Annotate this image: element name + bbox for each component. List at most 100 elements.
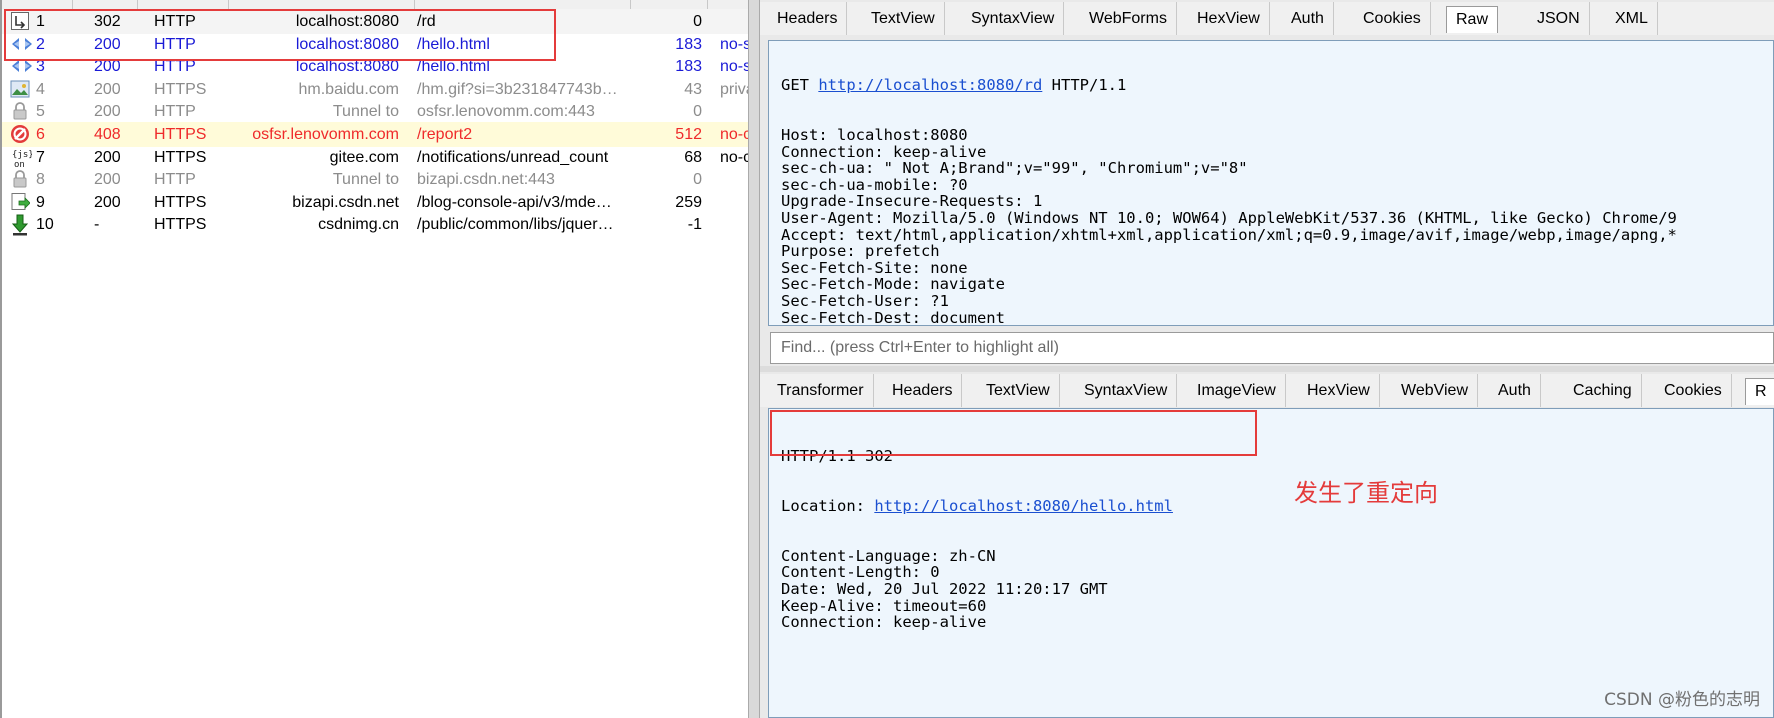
- header-line: Content-Language: zh-CN: [781, 546, 996, 565]
- tab-request-hexview[interactable]: HexView: [1188, 2, 1270, 35]
- session-caching: priva: [720, 80, 748, 98]
- session-body-size: 259: [675, 193, 702, 211]
- tab-response-syntaxview[interactable]: SyntaxView: [1075, 374, 1178, 407]
- header-line: Sec-Fetch-Mode: navigate: [781, 275, 1005, 294]
- tab-response-auth[interactable]: Auth: [1489, 374, 1541, 407]
- session-body-size: 512: [675, 126, 702, 143]
- tab-request-cookies[interactable]: Cookies: [1354, 2, 1431, 35]
- session-number: 7: [36, 148, 45, 166]
- header-line: Connection: keep-alive: [781, 613, 987, 632]
- response-location-line: Location: http://localhost:8080/hello.ht…: [781, 498, 1773, 515]
- request-raw-view[interactable]: GET http://localhost:8080/rd HTTP/1.1 Ho…: [768, 40, 1774, 326]
- tab-response-caching[interactable]: Caching: [1564, 374, 1642, 407]
- session-protocol: HTTP: [154, 103, 196, 121]
- session-row[interactable]: 10 - HTTPS csdnimg.cn/public/common/libs/jq…: [2, 212, 748, 237]
- tab-response-r[interactable]: R: [1745, 378, 1774, 405]
- session-host: csdnimg.cn: [318, 216, 399, 234]
- session-host: bizapi.csdn.net: [292, 193, 399, 211]
- tab-request-json[interactable]: JSON: [1528, 2, 1590, 35]
- tab-request-textview[interactable]: TextView: [862, 2, 945, 35]
- session-protocol: HTTP: [154, 171, 196, 189]
- redirect-annotation: 发生了重定向: [1294, 479, 1438, 507]
- session-url: bizapi.csdn.net:443: [417, 171, 555, 189]
- find-input[interactable]: Find... (press Ctrl+Enter to highlight a…: [770, 332, 1774, 364]
- tab-response-hexview[interactable]: HexView: [1298, 374, 1380, 407]
- session-host: gitee.com: [329, 148, 399, 166]
- request-url-link[interactable]: http://localhost:8080/rd: [818, 76, 1042, 94]
- session-url: /hm.gif?si=3b231847743b…: [417, 80, 618, 98]
- tab-request-auth[interactable]: Auth: [1282, 2, 1334, 35]
- session-row[interactable]: 9 200 HTTPS bizapi.csdn.net/blog-console-ap…: [2, 190, 748, 215]
- tab-response-webview[interactable]: WebView: [1392, 374, 1478, 407]
- session-host: Tunnel to: [332, 171, 399, 189]
- session-protocol: HTTPS: [154, 80, 207, 98]
- header-line: Accept: text/html,application/xhtml+xml,…: [781, 225, 1677, 244]
- svg-text:{js}: {js}: [12, 150, 32, 160]
- session-row[interactable]: 5 200 HTTP Tunnel to osfsr.lenovomm.com:443 0: [2, 99, 748, 124]
- pane-splitter[interactable]: [748, 0, 760, 718]
- session-url: /notifications/unread_count: [417, 148, 609, 166]
- session-row[interactable]: 6 408 HTTPS osfsr.lenovomm.com/report2 512 no…: [2, 122, 748, 147]
- session-protocol: HTTPS: [154, 126, 207, 143]
- session-result: 200: [94, 80, 121, 98]
- session-host: Tunnel to: [332, 103, 399, 121]
- tab-response-transformer[interactable]: Transformer: [768, 374, 874, 407]
- tab-response-cookies[interactable]: Cookies: [1655, 374, 1732, 407]
- session-row[interactable]: 4 200 HTTPS hm.baidu.com/hm.gif?si=3b231847…: [2, 77, 748, 102]
- session-number: 5: [36, 103, 45, 121]
- tab-request-webforms[interactable]: WebForms: [1080, 2, 1177, 35]
- error-icon: [10, 124, 30, 144]
- session-url: /blog-console-api/v3/mde…: [417, 193, 612, 211]
- tab-response-headers[interactable]: Headers: [883, 374, 963, 407]
- session-result: 200: [94, 193, 121, 211]
- tab-request-xml[interactable]: XML: [1606, 2, 1658, 35]
- request-version: HTTP/1.1: [1051, 76, 1127, 95]
- session-result: 200: [94, 148, 121, 166]
- session-protocol: HTTPS: [154, 148, 207, 166]
- header-line: Sec-Fetch-Site: none: [781, 258, 968, 277]
- header-line: Connection: keep-alive: [781, 142, 987, 161]
- location-url-link[interactable]: http://localhost:8080/hello.html: [874, 497, 1173, 515]
- request-tab-bar: Headers TextView SyntaxView WebForms HexView…: [760, 2, 1774, 35]
- session-host: osfsr.lenovomm.com: [252, 126, 399, 143]
- session-caching: no-s: [720, 58, 748, 76]
- request-line: GET http://localhost:8080/rd HTTP/1.1: [781, 77, 1773, 94]
- tab-request-raw[interactable]: Raw: [1446, 6, 1499, 33]
- request-method: GET: [781, 76, 809, 95]
- header-line: Purpose: prefetch: [781, 242, 940, 261]
- location-label: Location:: [781, 496, 875, 515]
- session-protocol: HTTPS: [154, 216, 207, 234]
- session-body-size: 68: [684, 148, 702, 166]
- session-number: 8: [36, 171, 45, 189]
- session-result: -: [94, 216, 100, 234]
- session-body-size: 43: [684, 80, 702, 98]
- session-url: /public/common/libs/jquer…: [417, 216, 614, 234]
- json-icon: {js} on: [10, 147, 34, 170]
- session-list[interactable]: 1 302 HTTP localhost:8080/rd 0 2 200 HTTP localh…: [0, 0, 748, 718]
- session-row[interactable]: 8 200 HTTP Tunnel to bizapi.csdn.net:443 0: [2, 167, 748, 192]
- session-caching: no-c: [720, 126, 748, 143]
- header-line: Date: Wed, 20 Jul 2022 11:20:17 GMT: [781, 579, 1108, 598]
- lock-icon: [10, 101, 30, 121]
- tab-response-imageview[interactable]: ImageView: [1188, 374, 1286, 407]
- response-tab-bar: Transformer Headers TextView SyntaxView Imag…: [760, 374, 1774, 407]
- session-row[interactable]: {js} on 7 200 HTTPS gitee.com/notifications/u…: [2, 145, 748, 170]
- header-line: User-Agent: Mozilla/5.0 (Windows NT 10.0…: [781, 208, 1677, 227]
- session-protocol: HTTPS: [154, 193, 207, 211]
- session-number: 10: [36, 216, 54, 234]
- session-caching: no-c: [720, 148, 748, 166]
- section-divider[interactable]: [760, 366, 1774, 372]
- session-url: osfsr.lenovomm.com:443: [417, 103, 595, 121]
- image-icon: [10, 79, 30, 99]
- tab-request-syntaxview[interactable]: SyntaxView: [962, 2, 1065, 35]
- header-line: Sec-Fetch-User: ?1: [781, 291, 949, 310]
- annotation-box-location: [770, 410, 1257, 456]
- tab-response-textview[interactable]: TextView: [977, 374, 1060, 407]
- header-line: sec-ch-ua-mobile: ?0: [781, 175, 968, 194]
- session-body-size: 183: [675, 58, 702, 76]
- session-caching: no-s: [720, 35, 748, 53]
- session-url: /report2: [417, 126, 473, 143]
- header-line: sec-ch-ua: " Not A;Brand";v="99", "Chrom…: [781, 159, 1248, 178]
- tab-request-headers[interactable]: Headers: [768, 2, 848, 35]
- watermark: CSDN @粉色的志明: [1604, 690, 1760, 710]
